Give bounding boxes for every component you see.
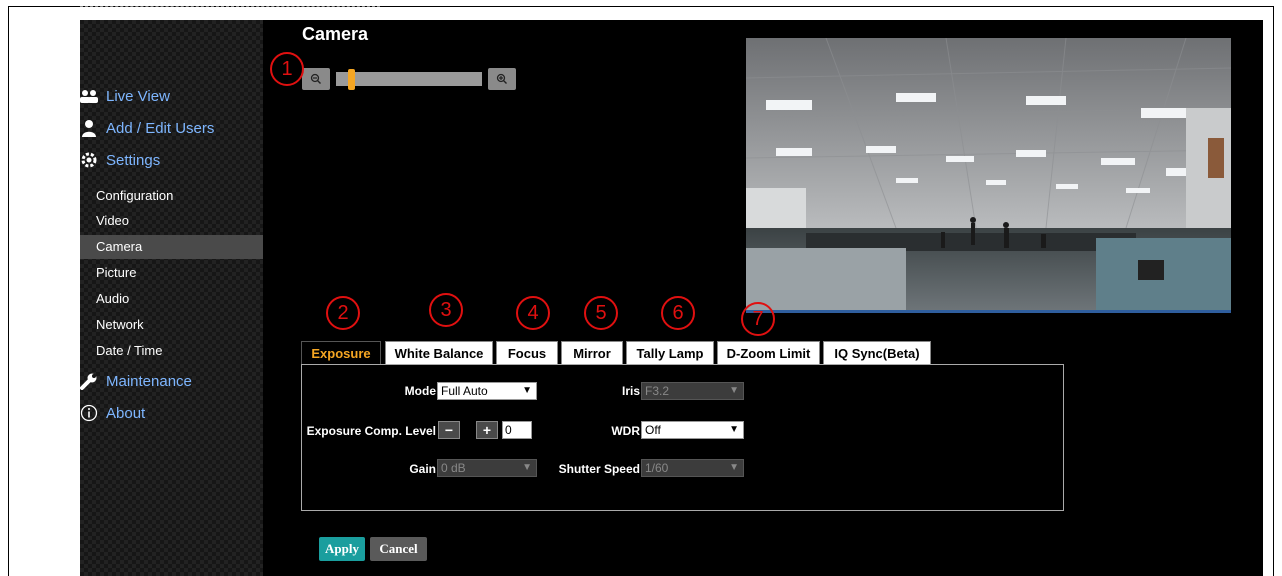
apply-button[interactable]: Apply: [319, 537, 365, 561]
sidebar-item-network[interactable]: Network: [80, 313, 263, 337]
user-icon: [80, 118, 100, 138]
sidebar-item-audio[interactable]: Audio: [80, 287, 263, 311]
zoom-slider-track[interactable]: [336, 72, 482, 86]
gain-select: 0 dB ▼: [437, 459, 537, 477]
wrench-icon: [80, 371, 100, 391]
office-scene-image: [746, 38, 1231, 310]
annotation-marker-3: 3: [429, 293, 463, 327]
wdr-value: Off: [645, 423, 661, 437]
sidebar-item-configuration[interactable]: Configuration: [80, 184, 263, 208]
tab-mirror[interactable]: Mirror: [561, 341, 623, 365]
sidebar-item-settings[interactable]: Settings: [80, 148, 160, 172]
annotation-marker-1: 1: [270, 52, 304, 86]
chevron-down-icon: ▼: [522, 462, 532, 473]
mode-value: Full Auto: [441, 384, 488, 398]
cancel-button[interactable]: Cancel: [370, 537, 427, 561]
zoom-out-button[interactable]: [302, 68, 330, 90]
chevron-down-icon: ▼: [729, 424, 739, 435]
annotation-marker-4: 4: [516, 296, 550, 330]
sidebar-item-date-time[interactable]: Date / Time: [80, 339, 263, 363]
info-icon: [80, 403, 100, 423]
shutter-speed-value: 1/60: [645, 461, 669, 475]
chevron-down-icon: ▼: [522, 385, 532, 396]
zoom-slider-thumb[interactable]: [348, 69, 355, 90]
page-title: Camera: [302, 24, 369, 44]
gear-icon: [80, 150, 100, 170]
iris-value: F3.2: [645, 384, 670, 398]
users-icon: [80, 86, 100, 106]
sidebar-item-picture[interactable]: Picture: [80, 261, 263, 285]
exposure-comp-label: Exposure Comp. Level: [306, 424, 436, 438]
sidebar-item-live-view[interactable]: Live View: [80, 84, 170, 108]
tab-focus[interactable]: Focus: [496, 341, 558, 365]
wdr-label: WDR: [611, 424, 640, 438]
sidebar-item-label: Maintenance: [106, 372, 192, 390]
iris-select: F3.2 ▼: [641, 382, 744, 400]
tab-exposure[interactable]: Exposure: [301, 341, 381, 365]
sidebar-item-label: Settings: [106, 151, 161, 169]
sidebar-item-maintenance[interactable]: Maintenance: [80, 369, 192, 393]
annotation-marker-6: 6: [661, 296, 695, 330]
sidebar-item-video[interactable]: Video: [80, 209, 263, 233]
zoom-in-button[interactable]: [488, 68, 516, 90]
zoom-in-icon: [496, 73, 507, 84]
shutter-speed-select: 1/60 ▼: [641, 459, 744, 477]
annotation-marker-7: 7: [741, 302, 775, 336]
gain-value: 0 dB: [441, 461, 466, 475]
chevron-down-icon: ▼: [729, 462, 739, 473]
exposure-comp-increase-button[interactable]: +: [476, 421, 498, 439]
tab-d-zoom-limit[interactable]: D-Zoom Limit: [717, 341, 820, 365]
exposure-comp-value-input[interactable]: 0: [502, 421, 532, 439]
annotation-marker-5: 5: [584, 296, 618, 330]
chevron-down-icon: ▼: [729, 385, 739, 396]
mode-select[interactable]: Full Auto ▼: [437, 382, 537, 400]
exposure-comp-decrease-button[interactable]: −: [438, 421, 460, 439]
gain-label: Gain: [409, 462, 436, 476]
sidebar-item-camera[interactable]: Camera: [80, 235, 263, 259]
iris-label: Iris: [621, 384, 640, 398]
shutter-speed-label: Shutter Speed: [558, 462, 640, 476]
zoom-out-icon: [310, 73, 321, 84]
wdr-select[interactable]: Off ▼: [641, 421, 744, 439]
sidebar-item-label: About: [106, 404, 146, 422]
sidebar-item-label: Add / Edit Users: [106, 119, 215, 137]
sidebar: Live View Add / Edit Users Settings Conf…: [80, 20, 263, 576]
tab-white-balance[interactable]: White Balance: [385, 341, 493, 365]
camera-preview: [746, 38, 1231, 313]
tab-tally-lamp[interactable]: Tally Lamp: [626, 341, 714, 365]
sidebar-item-about[interactable]: About: [80, 401, 145, 425]
top-divider: [80, 0, 380, 7]
sidebar-item-label: Live View: [106, 87, 170, 105]
mode-label: Mode: [404, 384, 436, 398]
annotation-marker-2: 2: [326, 296, 360, 330]
sidebar-item-add-edit-users[interactable]: Add / Edit Users: [80, 116, 214, 140]
tab-iq-sync[interactable]: IQ Sync(Beta): [823, 341, 931, 365]
